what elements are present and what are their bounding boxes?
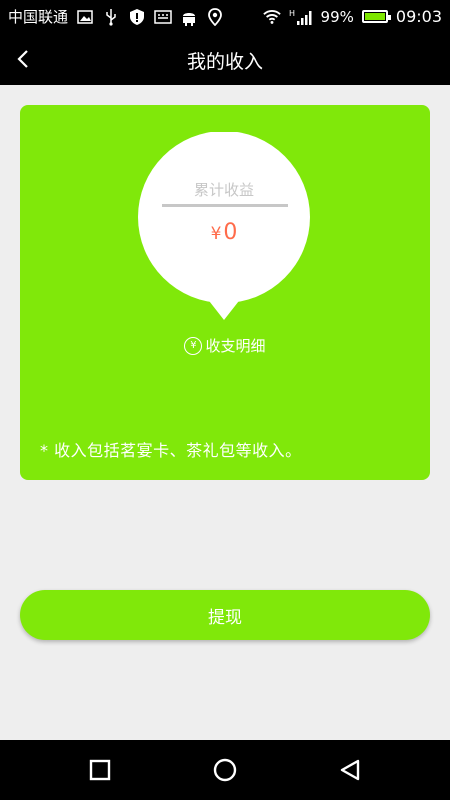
shield-icon <box>128 8 146 26</box>
battery-percent: 99% <box>320 7 354 26</box>
home-button[interactable] <box>212 757 238 783</box>
yen-circle-icon: ¥ <box>184 336 203 355</box>
back-nav-button[interactable] <box>337 757 363 783</box>
carrier-name: 中国联通 <box>8 8 69 26</box>
amount-value: 0 <box>223 220 238 245</box>
circle-icon <box>213 758 237 782</box>
income-card: 累计收益 ¥0 ¥ 收支明细 * 收入包括茗宴卡、茶礼包等收入。 <box>20 105 430 480</box>
status-bar: 中国联通 H 99% 09:03 <box>0 0 450 33</box>
navigation-bar <box>0 740 450 800</box>
app-bar: 我的收入 <box>0 33 450 85</box>
withdraw-button[interactable]: 提现 <box>20 590 430 640</box>
total-income-amount: ¥0 <box>136 220 312 245</box>
recent-apps-button[interactable] <box>87 757 113 783</box>
clock: 09:03 <box>395 7 442 26</box>
income-detail-label: 收支明细 <box>205 337 266 355</box>
square-icon <box>89 759 111 781</box>
battery-icon <box>361 10 391 23</box>
total-income-label: 累计收益 <box>193 181 254 199</box>
page-title: 我的收入 <box>186 51 263 73</box>
bubble-divider <box>162 204 288 207</box>
income-detail-link[interactable]: ¥ 收支明细 <box>20 335 430 356</box>
income-note: * 收入包括茗宴卡、茶礼包等收入。 <box>40 441 302 460</box>
android-icon <box>180 8 198 26</box>
status-right: H 99% 09:03 <box>262 7 442 26</box>
status-left: 中国联通 <box>8 6 224 27</box>
currency-symbol: ¥ <box>210 224 222 244</box>
wifi-icon <box>262 8 281 26</box>
triangle-back-icon <box>340 759 360 781</box>
signal-icon: H <box>289 8 313 26</box>
keyboard-icon <box>154 8 172 26</box>
usb-icon <box>102 8 120 26</box>
location-icon <box>206 7 224 26</box>
image-icon <box>76 8 94 26</box>
total-income-bubble: 累计收益 ¥0 <box>136 132 312 320</box>
network-type-label: H <box>289 9 295 18</box>
